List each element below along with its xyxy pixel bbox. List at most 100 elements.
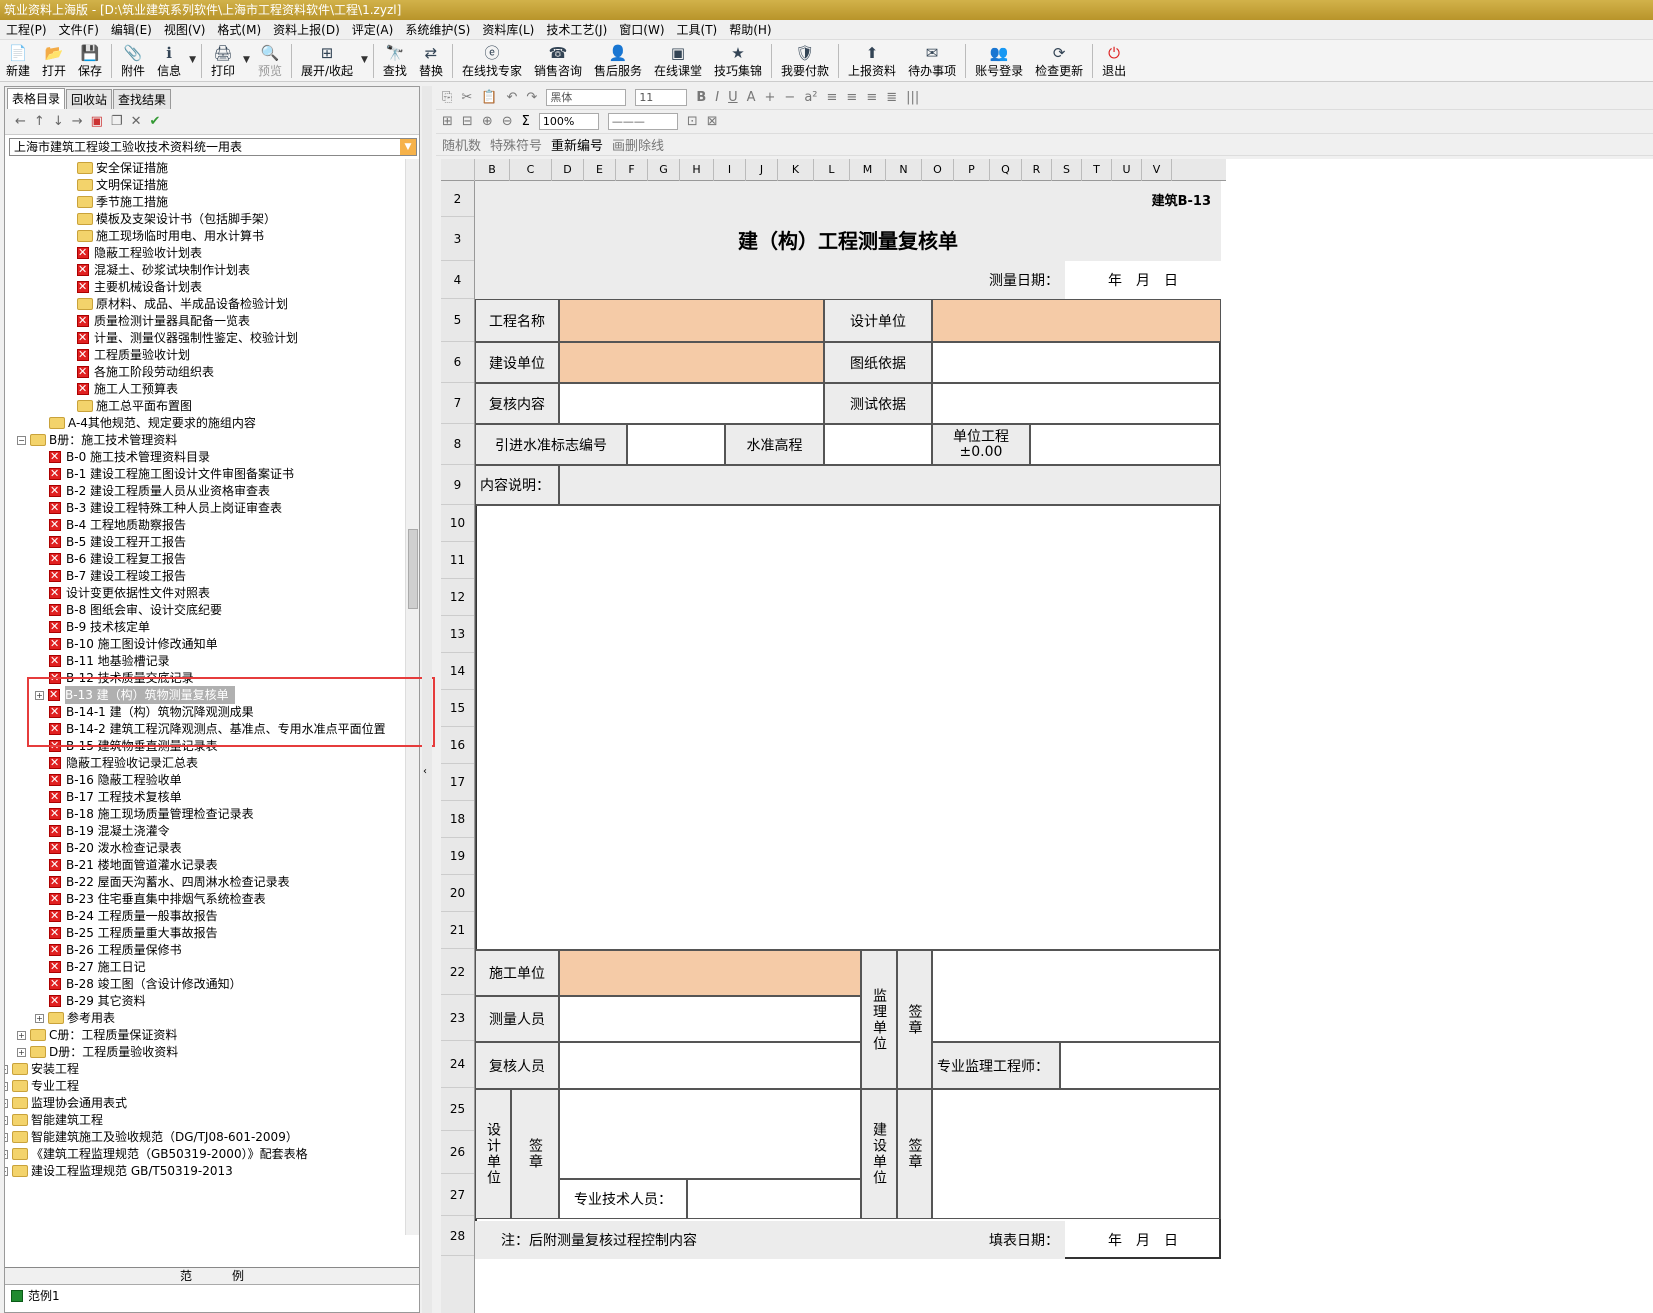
arrow-right-icon[interactable]: → bbox=[72, 114, 83, 129]
tree-item[interactable]: B-9 技术核定单 bbox=[49, 618, 150, 636]
content-desc-area[interactable] bbox=[475, 505, 1221, 950]
menu-item-2[interactable]: 编辑(E) bbox=[105, 20, 158, 40]
expand-icon[interactable]: + bbox=[5, 1115, 8, 1125]
design-unit-input[interactable] bbox=[932, 299, 1221, 342]
cut-icon[interactable]: ✂ bbox=[461, 90, 472, 105]
todo-button[interactable]: ✉ 待办事项 bbox=[902, 41, 962, 81]
align-right-icon[interactable]: ≡ bbox=[866, 90, 877, 105]
chevron-down-icon[interactable]: ▼ bbox=[243, 55, 250, 65]
row-header-cell[interactable]: 23 bbox=[441, 995, 474, 1041]
menu-item-6[interactable]: 评定(A) bbox=[346, 20, 400, 40]
renumber-button[interactable]: 重新编号 bbox=[551, 135, 603, 154]
row-header-cell[interactable]: 19 bbox=[441, 838, 474, 875]
menu-item-10[interactable]: 窗口(W) bbox=[613, 20, 670, 40]
row-header-cell[interactable]: 16 bbox=[441, 727, 474, 764]
design-seal-area[interactable] bbox=[559, 1089, 861, 1179]
row-header-cell[interactable]: 18 bbox=[441, 801, 474, 838]
row-header-cell[interactable]: 25 bbox=[441, 1088, 474, 1131]
special-symbol-button[interactable]: 特殊符号 bbox=[490, 135, 542, 154]
tree-item[interactable]: B-17 工程技术复核单 bbox=[49, 788, 182, 806]
tree-item[interactable]: + 智能建筑施工及验收规范（DG/TJ08-601-2009） bbox=[5, 1128, 298, 1146]
menu-item-1[interactable]: 文件(F) bbox=[53, 20, 105, 40]
benchmark-elev-input[interactable] bbox=[824, 424, 932, 465]
tree-item[interactable]: B-2 建设工程质量人员从业资格审查表 bbox=[49, 482, 270, 500]
random-number-button[interactable]: 随机数 bbox=[442, 135, 481, 154]
border-icon[interactable]: ⊡ bbox=[687, 114, 698, 129]
tree-item[interactable]: + C册：工程质量保证资料 bbox=[17, 1026, 177, 1044]
tree-item[interactable]: B-6 建设工程复工报告 bbox=[49, 550, 186, 568]
row-header-cell[interactable]: 26 bbox=[441, 1131, 474, 1174]
superscript-icon[interactable]: a² bbox=[804, 90, 817, 105]
zoom-select[interactable]: 100% bbox=[538, 113, 599, 130]
row-header-cell[interactable]: 28 bbox=[441, 1216, 474, 1256]
row-header-cell[interactable]: 15 bbox=[441, 690, 474, 727]
row-header-cell[interactable]: 6 bbox=[441, 342, 474, 383]
column-header-cell[interactable]: R bbox=[1022, 159, 1052, 181]
open-button[interactable]: 📂 打开 bbox=[36, 41, 72, 81]
row-header-cell[interactable]: 12 bbox=[441, 579, 474, 616]
corner-cell[interactable] bbox=[441, 159, 475, 181]
tree-item[interactable]: B-18 施工现场质量管理检查记录表 bbox=[49, 805, 254, 823]
redo-icon[interactable]: ↷ bbox=[526, 90, 537, 105]
construction-unit-input[interactable] bbox=[559, 950, 861, 996]
unit-project-input[interactable] bbox=[1030, 424, 1221, 465]
tree-item[interactable]: B-7 建设工程竣工报告 bbox=[49, 567, 186, 585]
menu-item-3[interactable]: 视图(V) bbox=[158, 20, 212, 40]
row-header-cell[interactable]: 14 bbox=[441, 653, 474, 690]
column-header-cell[interactable]: M bbox=[850, 159, 886, 181]
row-header-cell[interactable]: 9 bbox=[441, 465, 474, 505]
italic-icon[interactable]: I bbox=[715, 90, 719, 105]
column-header-cell[interactable]: N bbox=[886, 159, 922, 181]
column-header-cell[interactable]: I bbox=[714, 159, 746, 181]
tree-scrollbar-thumb[interactable] bbox=[408, 529, 418, 609]
arrow-left-icon[interactable]: ← bbox=[15, 114, 26, 129]
tree-item[interactable]: B-16 隐蔽工程验收单 bbox=[49, 771, 182, 789]
tree-item[interactable]: 主要机械设备计划表 bbox=[77, 278, 202, 296]
supervision-seal-area[interactable] bbox=[932, 950, 1221, 1042]
tree-item[interactable]: 混凝土、砂浆试块制作计划表 bbox=[77, 261, 250, 279]
row-header-cell[interactable]: 13 bbox=[441, 616, 474, 653]
insert-row-icon[interactable]: ⊕ bbox=[482, 114, 493, 129]
fill-icon[interactable]: ⊠ bbox=[707, 114, 718, 129]
tree-item[interactable]: B-19 混凝土浇灌令 bbox=[49, 822, 170, 840]
standard-select[interactable]: 上海市建筑工程竣工验收技术资料统一用表 ▼ bbox=[9, 138, 417, 156]
row-header-cell[interactable]: 21 bbox=[441, 912, 474, 949]
align-center-icon[interactable]: ≡ bbox=[846, 90, 857, 105]
expand-icon[interactable]: + bbox=[35, 1013, 44, 1023]
preview-button[interactable]: 🔍 预览 bbox=[252, 41, 288, 81]
tab-catalog[interactable]: 表格目录 bbox=[7, 88, 66, 109]
tree-item[interactable]: B-10 施工图设计修改通知单 bbox=[49, 635, 218, 653]
tree-item[interactable]: B-27 施工日记 bbox=[49, 958, 146, 976]
tree-item[interactable]: B-11 地基验槽记录 bbox=[49, 652, 170, 670]
tree-item[interactable]: B-26 工程质量保修书 bbox=[49, 941, 182, 959]
row-header-cell[interactable]: 3 bbox=[441, 217, 474, 261]
expand-icon[interactable]: + bbox=[5, 1149, 8, 1159]
fill-date-value[interactable]: 年 月 日 bbox=[1065, 1221, 1221, 1259]
tree-item[interactable]: B-3 建设工程特殊工种人员上岗证审查表 bbox=[49, 499, 282, 517]
replace-button[interactable]: ⇄ 替换 bbox=[413, 41, 449, 81]
align-left-icon[interactable]: ≡ bbox=[827, 90, 838, 105]
font-color-icon[interactable]: A bbox=[747, 90, 756, 105]
tree-item[interactable]: + 参考用表 bbox=[35, 1009, 115, 1027]
tree-item[interactable]: + 《建筑工程监理规范（GB50319-2000）》配套表格 bbox=[5, 1145, 308, 1163]
tree-item[interactable]: B-28 竣工图（含设计修改通知） bbox=[49, 975, 242, 993]
barcode-icon[interactable]: ||| bbox=[906, 90, 919, 105]
tree-item[interactable]: − B册：施工技术管理资料 bbox=[17, 431, 177, 449]
row-header-cell[interactable]: 7 bbox=[441, 383, 474, 424]
expand-icon[interactable]: + bbox=[5, 1132, 8, 1142]
benchmark-no-input[interactable] bbox=[627, 424, 725, 465]
expand-icon[interactable]: + bbox=[17, 1047, 26, 1057]
column-header-cell[interactable]: J bbox=[746, 159, 778, 181]
sum-icon[interactable]: Σ bbox=[522, 114, 530, 129]
tree-item[interactable]: + 安装工程 bbox=[5, 1060, 79, 1078]
expand-icon[interactable]: + bbox=[5, 1064, 8, 1074]
row-header-cell[interactable]: 11 bbox=[441, 542, 474, 579]
tree-item[interactable]: 文明保证措施 bbox=[77, 176, 168, 194]
tree-item[interactable]: 隐蔽工程验收计划表 bbox=[77, 244, 202, 262]
tree-item[interactable]: A-4其他规范、规定要求的施组内容 bbox=[49, 414, 256, 432]
tree-item[interactable]: + D册：工程质量验收资料 bbox=[17, 1043, 178, 1061]
column-header-cell[interactable]: S bbox=[1052, 159, 1082, 181]
tree-item[interactable]: 模板及支架设计书（包括脚手架） bbox=[77, 210, 276, 228]
tree-item[interactable]: 施工现场临时用电、用水计算书 bbox=[77, 227, 264, 245]
column-header-cell[interactable]: Q bbox=[990, 159, 1022, 181]
